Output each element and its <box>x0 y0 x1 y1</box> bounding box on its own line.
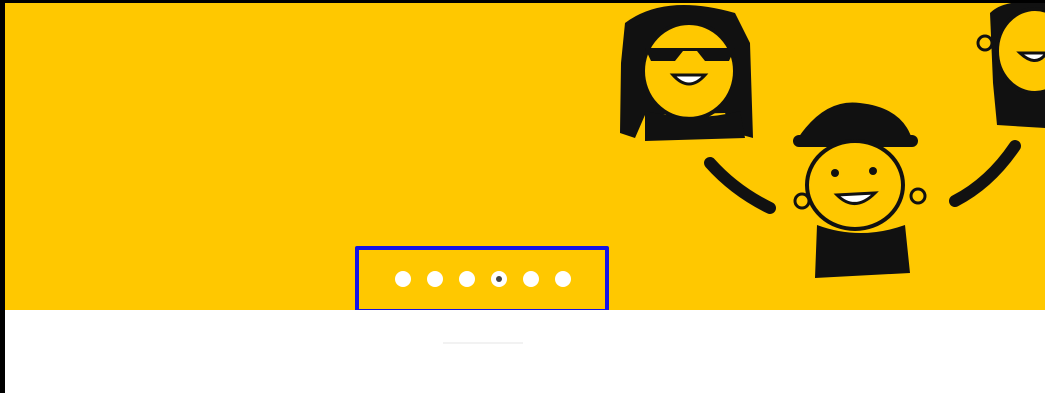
person-right <box>976 3 1045 128</box>
person-sunglasses <box>620 5 753 141</box>
carousel-dot-1[interactable] <box>395 271 411 287</box>
carousel-dot-5[interactable] <box>523 271 539 287</box>
carousel-dot-6[interactable] <box>555 271 571 287</box>
page-frame <box>0 0 1045 393</box>
content-area <box>5 310 1045 393</box>
hero-banner <box>5 3 1045 310</box>
carousel-pagination <box>395 271 571 287</box>
carousel-dot-2[interactable] <box>427 271 443 287</box>
divider <box>443 342 523 344</box>
carousel-dot-4-active[interactable] <box>491 271 507 287</box>
person-hat <box>704 102 1021 278</box>
carousel-dot-3[interactable] <box>459 271 475 287</box>
